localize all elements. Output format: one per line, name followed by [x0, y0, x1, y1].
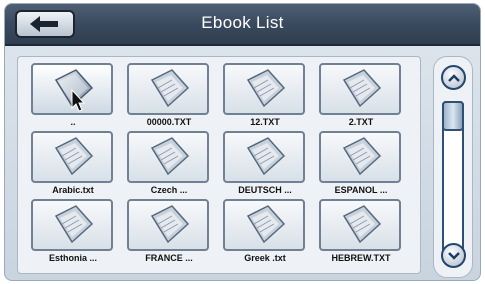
file-item[interactable]: Arabic.txt [28, 131, 118, 203]
file-label: .. [70, 117, 76, 127]
file-tile[interactable] [127, 131, 209, 183]
file-label: 12.TXT [250, 117, 280, 127]
file-label: Esthonia ... [48, 253, 97, 263]
book-file-icon [342, 137, 382, 176]
title-bar: Ebook List [5, 4, 480, 46]
file-item-parent[interactable]: .. [28, 63, 118, 135]
file-tile[interactable] [127, 199, 209, 251]
file-label: DEUTSCH ... [238, 185, 292, 195]
file-item[interactable]: 12.TXT [220, 63, 310, 135]
scroll-down-button[interactable] [441, 243, 466, 268]
vertical-scrollbar[interactable] [433, 56, 473, 278]
file-tile[interactable] [319, 63, 401, 115]
page-title: Ebook List [201, 13, 284, 32]
file-label: Arabic.txt [52, 185, 94, 195]
file-tile[interactable] [127, 63, 209, 115]
book-file-icon [246, 137, 286, 176]
chevron-up-icon [447, 73, 460, 82]
file-tile[interactable] [223, 63, 305, 115]
scroll-up-button[interactable] [441, 65, 466, 90]
file-item[interactable]: Esthonia ... [28, 199, 118, 271]
file-tile[interactable] [223, 199, 305, 251]
book-file-icon [54, 137, 94, 176]
file-label: 00000.TXT [146, 117, 192, 127]
file-label: FRANCE ... [145, 253, 193, 263]
file-tile[interactable] [31, 199, 113, 251]
file-grid: .. 00000.TXT 12.TXT 2.TXT Arabic.txt Cze… [17, 56, 421, 274]
file-item[interactable]: Czech ... [124, 131, 214, 203]
ebook-list-window: Ebook List .. 00000.TXT 12.TXT 2.TXT Ara… [4, 3, 481, 281]
scroll-thumb[interactable] [442, 101, 464, 131]
book-file-icon [54, 69, 94, 112]
file-item[interactable]: ESPANOL ... [316, 131, 406, 203]
file-item[interactable]: 2.TXT [316, 63, 406, 135]
file-label: HEBREW.TXT [331, 253, 391, 263]
file-label: 2.TXT [348, 117, 374, 127]
file-label: Greek .txt [244, 253, 286, 263]
file-item[interactable]: Greek .txt [220, 199, 310, 271]
book-file-icon [342, 69, 382, 108]
file-label: Czech ... [150, 185, 188, 195]
file-tile[interactable] [319, 199, 401, 251]
file-tile[interactable] [31, 63, 113, 115]
book-file-icon [150, 69, 190, 108]
file-tile[interactable] [31, 131, 113, 183]
book-file-icon [246, 205, 286, 244]
file-item[interactable]: DEUTSCH ... [220, 131, 310, 203]
file-item[interactable]: FRANCE ... [124, 199, 214, 271]
chevron-down-icon [447, 251, 460, 260]
scroll-track[interactable] [442, 101, 464, 253]
file-tile[interactable] [223, 131, 305, 183]
file-item[interactable]: 00000.TXT [124, 63, 214, 135]
book-file-icon [150, 205, 190, 244]
book-file-icon [150, 137, 190, 176]
file-label: ESPANOL ... [334, 185, 388, 195]
book-file-icon [246, 69, 286, 108]
book-file-icon [54, 205, 94, 244]
file-tile[interactable] [319, 131, 401, 183]
book-file-icon [342, 205, 382, 244]
file-item[interactable]: HEBREW.TXT [316, 199, 406, 271]
